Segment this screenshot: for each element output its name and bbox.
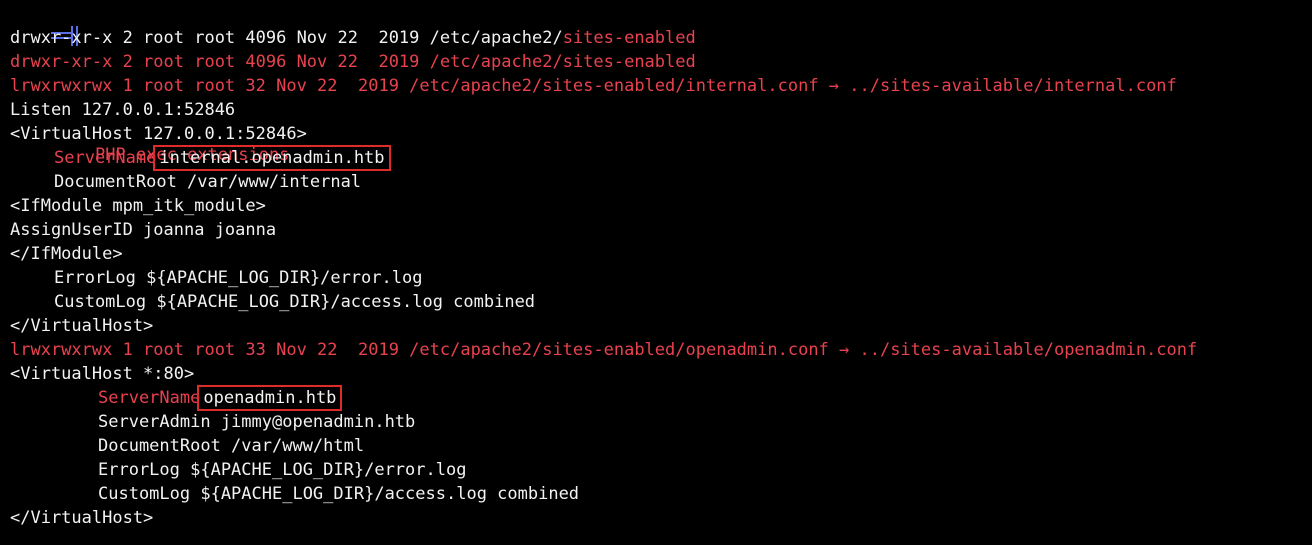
servername-highlight: internal.openadmin.htb (153, 145, 391, 171)
config-line: ServerAdmin jimmy@openadmin.htb (98, 412, 416, 432)
config-line: ErrorLog ${APACHE_LOG_DIR}/error.log (54, 268, 423, 288)
config-line: </VirtualHost> (10, 316, 154, 336)
config-line: </IfModule> (10, 244, 123, 264)
dir-listing-line-red: drwxr-xr-x 2 root root 4096 Nov 22 2019 … (10, 52, 696, 72)
config-line: <IfModule mpm_itk_module> (10, 196, 266, 216)
dir-listing-line: drwxr-xr-x 2 root root 4096 Nov 22 2019 … (0, 26, 1312, 50)
servername-line-internal: ServerName internal.openadmin.htb (0, 145, 1312, 171)
terminal-output: PHP exec extensions drwxr-xr-x 2 root ro… (0, 2, 1312, 545)
config-line: ErrorLog ${APACHE_LOG_DIR}/error.log (98, 460, 467, 480)
config-line: DocumentRoot /var/www/html (98, 436, 365, 456)
config-line: </VirtualHost> (10, 508, 154, 528)
config-line: Listen 127.0.0.1:52846 (10, 100, 236, 120)
config-line: DocumentRoot /var/www/internal (54, 172, 362, 192)
servername-key: ServerName (98, 388, 201, 408)
section-header: PHP exec extensions (0, 2, 1312, 165)
config-line: <VirtualHost *:80> (10, 364, 195, 384)
servername-line-openadmin: ServerName openadmin.htb (0, 385, 1312, 411)
symlink-openadmin: lrwxrwxrwx 1 root root 33 Nov 22 2019 /e… (10, 340, 1198, 360)
config-line: AssignUserID joanna joanna (10, 220, 277, 240)
servername-key: ServerName (54, 148, 157, 168)
dir-name: sites-enabled (562, 28, 696, 48)
config-line: <VirtualHost 127.0.0.1:52846> (10, 124, 307, 144)
config-line: CustomLog ${APACHE_LOG_DIR}/access.log c… (98, 484, 580, 504)
symlink-internal: lrwxrwxrwx 1 root root 32 Nov 22 2019 /e… (10, 76, 1177, 96)
dir-perms: drwxr-xr-x 2 root root 4096 Nov 22 2019 … (10, 28, 563, 48)
config-line: CustomLog ${APACHE_LOG_DIR}/access.log c… (54, 292, 536, 312)
servername-highlight: openadmin.htb (197, 385, 343, 411)
